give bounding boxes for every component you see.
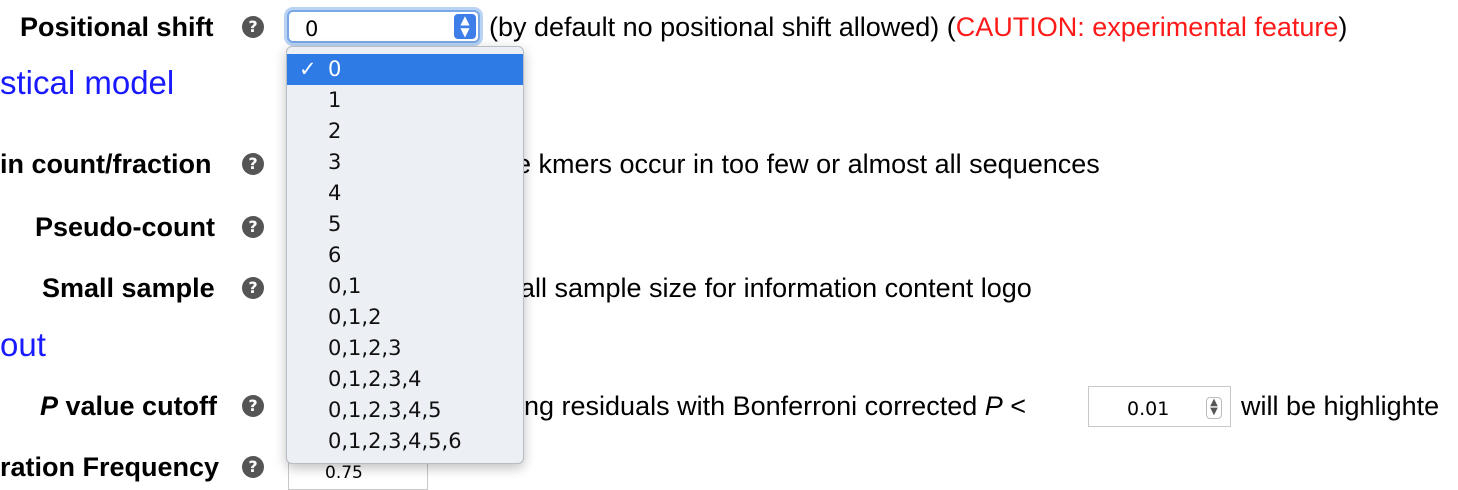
section-output[interactable]: out [0, 326, 46, 364]
select-arrows-icon: ▲ ▼ [454, 14, 476, 39]
dropdown-option[interactable]: ✓ 0 [287, 54, 523, 85]
iteration-frequency-input[interactable]: 0.75 [288, 460, 428, 490]
help-icon[interactable]: ? [242, 395, 264, 417]
p-value-input[interactable]: 0.01 ▲ ▼ [1088, 386, 1231, 427]
help-icon[interactable]: ? [242, 153, 264, 175]
p-value-input-value: 0.01 [1127, 398, 1170, 420]
dropdown-option[interactable]: 0,1,2,3,4,5 [287, 395, 523, 426]
dropdown-option[interactable]: 0,1,2,3,4 [287, 364, 523, 395]
iteration-frequency-input-value: 0.75 [325, 463, 363, 483]
dropdown-option[interactable]: 4 [287, 178, 523, 209]
positional-shift-label: Positional shift [20, 12, 214, 42]
positional-shift-dropdown[interactable]: ✓ 0 1 2 3 4 5 6 0,1 0,1,2 0,1,2,3 0,1,2,3… [286, 46, 524, 464]
iteration-frequency-label: ration Frequency [0, 452, 220, 482]
p-value-description: ng residuals with Bonferroni corrected P… [524, 391, 1027, 421]
dropdown-option[interactable]: 2 [287, 116, 523, 147]
dropdown-option[interactable]: 0,1 [287, 271, 523, 302]
dropdown-option[interactable]: 0,1,2,3 [287, 333, 523, 364]
positional-shift-select[interactable]: 0 ▲ ▼ [287, 10, 480, 43]
checkmark-icon: ✓ [299, 57, 317, 81]
dropdown-option[interactable]: 0,1,2 [287, 302, 523, 333]
section-statistical-model[interactable]: stical model [0, 64, 174, 102]
dropdown-option[interactable]: 0,1,2,3,4,5,6 [287, 426, 523, 457]
min-count-description: e kmers occur in too few or almost all s… [516, 149, 1100, 179]
dropdown-option[interactable]: 6 [287, 240, 523, 271]
dropdown-option[interactable]: 5 [287, 209, 523, 240]
help-icon[interactable]: ? [242, 16, 264, 38]
p-value-cutoff-label: P value cutoff [40, 391, 218, 421]
pseudo-count-label: Pseudo-count [35, 212, 215, 242]
dropdown-option[interactable]: 3 [287, 147, 523, 178]
caution-text: CAUTION: experimental feature [955, 12, 1339, 42]
help-icon[interactable]: ? [242, 277, 264, 299]
p-value-text-after: will be highlighte [1241, 391, 1440, 421]
positional-shift-note: (by default no positional shift allowed)… [489, 12, 1348, 42]
dropdown-option[interactable]: 1 [287, 85, 523, 116]
select-value: 0 [305, 17, 319, 41]
small-sample-label: Small sample [42, 273, 215, 303]
help-icon[interactable]: ? [242, 216, 264, 238]
help-icon[interactable]: ? [242, 456, 264, 478]
stepper-icon[interactable]: ▲ ▼ [1206, 397, 1222, 419]
min-count-label: in count/fraction [0, 149, 212, 179]
small-sample-description: all sample size for information content … [520, 273, 1032, 303]
